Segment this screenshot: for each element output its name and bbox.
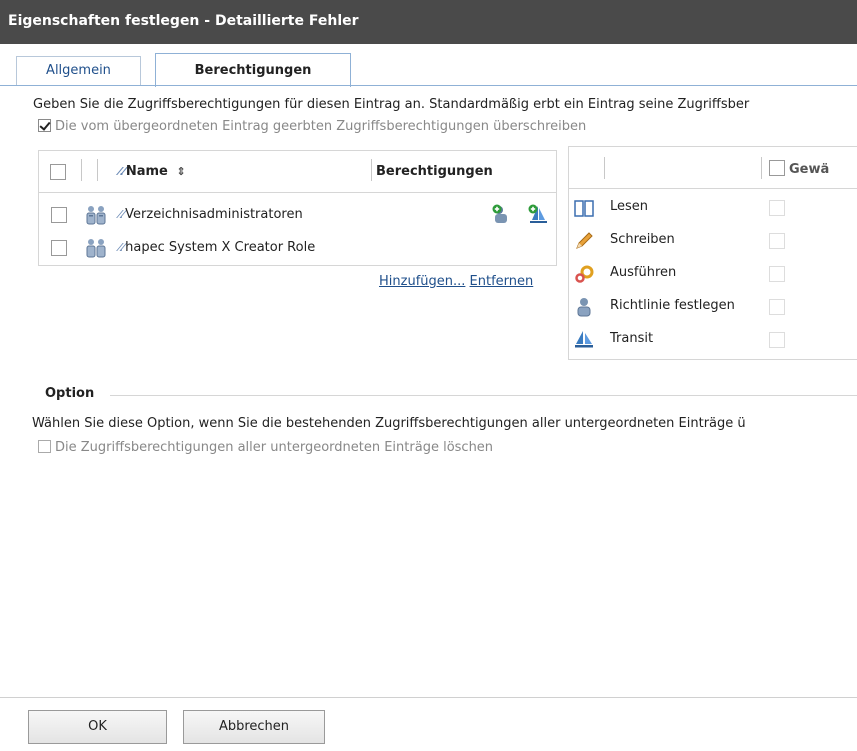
- override-checkbox-row[interactable]: Die vom übergeordneten Eintrag geerbten …: [38, 119, 586, 134]
- principal-row[interactable]: ⁄.⁄ hapec System X Creator Role: [39, 232, 556, 264]
- column-separator: [604, 157, 605, 179]
- tab-permissions[interactable]: Berechtigungen: [155, 53, 351, 87]
- title-bar: Eigenschaften festlegen - Detaillierte F…: [0, 0, 857, 44]
- name-column-header[interactable]: ⁄.⁄ Name ⇕: [119, 164, 186, 179]
- tab-strip: Allgemein Berechtigungen: [0, 52, 857, 87]
- pencil-icon: [576, 232, 593, 249]
- principal-name-label: hapec System X Creator Role: [125, 240, 316, 255]
- principals-grid: ⁄.⁄ Name ⇕ Berechtigungen ⁄.⁄ Verzeichnisa…: [38, 150, 557, 266]
- edit-mark-icon: ⁄.⁄: [119, 208, 124, 221]
- permission-row-write[interactable]: Schreiben: [569, 224, 857, 257]
- tab-general[interactable]: Allgemein: [16, 56, 141, 86]
- principal-name: ⁄.⁄ Verzeichnisadministratoren: [119, 207, 303, 222]
- add-user-permission-icon[interactable]: [491, 203, 513, 225]
- execute-icon: [575, 265, 594, 283]
- add-transit-permission-icon[interactable]: [527, 203, 549, 225]
- permission-checkbox[interactable]: [769, 266, 785, 282]
- book-icon: [574, 200, 594, 217]
- delete-child-permissions-checkbox[interactable]: [38, 440, 51, 453]
- delete-child-permissions-label: Die Zugriffsberechtigungen aller unterge…: [55, 440, 494, 455]
- sort-icon[interactable]: ⇕: [176, 165, 185, 178]
- permissions-panel: Gewä Lesen Schreiben Ausführen Richtlini…: [568, 146, 857, 360]
- option-section-title: Option: [45, 386, 103, 401]
- edit-mark-icon: ⁄.⁄: [119, 165, 125, 178]
- permissions-column-header: Berechtigungen: [376, 164, 493, 179]
- row-checkbox[interactable]: [51, 240, 67, 256]
- permission-row-transit[interactable]: Transit: [569, 323, 857, 356]
- delete-child-permissions-row[interactable]: Die Zugriffsberechtigungen aller unterge…: [38, 440, 493, 455]
- edit-mark-icon: ⁄.⁄: [119, 241, 124, 254]
- override-checkbox[interactable]: [38, 119, 51, 132]
- user-policy-icon: [577, 298, 591, 317]
- permission-row-policy[interactable]: Richtlinie festlegen: [569, 290, 857, 323]
- window-title: Eigenschaften festlegen - Detaillierte F…: [8, 13, 359, 29]
- principal-name: ⁄.⁄ hapec System X Creator Role: [119, 240, 315, 255]
- permission-checkbox[interactable]: [769, 299, 785, 315]
- grid-actions: Hinzufügen... Entfernen: [379, 274, 533, 289]
- override-checkbox-label: Die vom übergeordneten Eintrag geerbten …: [55, 119, 587, 134]
- group-icon: [86, 239, 106, 258]
- granted-header-label: Gewä: [789, 162, 830, 177]
- permission-label: Transit: [610, 331, 654, 346]
- permission-label: Richtlinie festlegen: [610, 298, 735, 313]
- permission-label: Ausführen: [610, 265, 677, 280]
- granted-column-header[interactable]: Gewä: [769, 160, 829, 177]
- select-all-checkbox[interactable]: [50, 164, 66, 180]
- principal-name-label: Verzeichnisadministratoren: [125, 207, 303, 222]
- intro-text: Geben Sie die Zugriffsberechtigungen für…: [33, 97, 750, 112]
- principal-row[interactable]: ⁄.⁄ Verzeichnisadministratoren: [39, 199, 556, 231]
- boat-icon: [575, 331, 593, 348]
- permission-checkbox[interactable]: [769, 233, 785, 249]
- permission-label: Lesen: [610, 199, 649, 214]
- principals-grid-header: ⁄.⁄ Name ⇕ Berechtigungen: [39, 151, 556, 193]
- remove-link[interactable]: Entfernen: [470, 274, 534, 289]
- column-separator: [81, 159, 82, 181]
- group-admin-icon: [86, 206, 106, 225]
- dialog-footer: OK Abbrechen: [0, 697, 857, 751]
- column-separator: [371, 159, 372, 181]
- permission-row-read[interactable]: Lesen: [569, 191, 857, 224]
- granted-all-checkbox[interactable]: [769, 160, 785, 176]
- option-divider: [110, 395, 857, 396]
- row-checkbox[interactable]: [51, 207, 67, 223]
- permission-label: Schreiben: [610, 232, 675, 247]
- add-link[interactable]: Hinzufügen...: [379, 274, 465, 289]
- ok-button[interactable]: OK: [28, 710, 167, 744]
- permission-checkbox[interactable]: [769, 332, 785, 348]
- column-separator: [761, 157, 762, 179]
- permission-checkbox[interactable]: [769, 200, 785, 216]
- option-description: Wählen Sie diese Option, wenn Sie die be…: [32, 416, 746, 431]
- name-header-label: Name: [125, 164, 168, 179]
- cancel-button[interactable]: Abbrechen: [183, 710, 325, 744]
- permissions-panel-header: Gewä: [569, 147, 857, 189]
- tab-divider: [0, 85, 857, 86]
- permission-row-execute[interactable]: Ausführen: [569, 257, 857, 290]
- column-separator: [97, 159, 98, 181]
